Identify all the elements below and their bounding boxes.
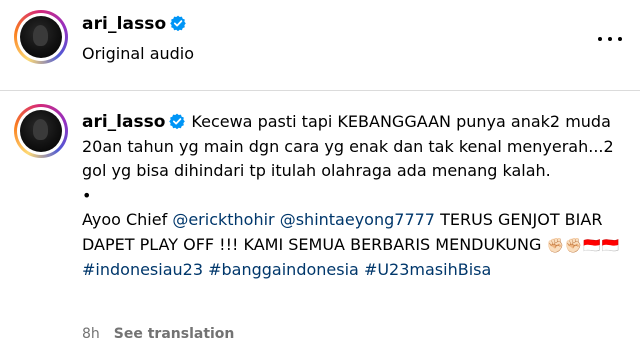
verified-badge-icon (170, 15, 187, 31)
more-options-icon[interactable] (598, 34, 624, 44)
avatar-photo (20, 16, 62, 58)
verified-badge-icon (169, 113, 186, 129)
timestamp: 8h (82, 326, 100, 342)
see-translation-button[interactable]: See translation (114, 326, 235, 342)
header-username-row: ari_lasso (82, 14, 187, 34)
header-username[interactable]: ari_lasso (82, 14, 166, 34)
comment-text: Ayoo Chief (82, 210, 168, 229)
hashtag-link[interactable]: #banggaindonesia (208, 260, 359, 279)
emoji-sequence: ✊🏻✊🏻🇮🇩🇮🇩 (546, 237, 621, 254)
divider (0, 90, 640, 91)
post-header: ari_lasso Original audio (0, 0, 640, 90)
hashtag-link[interactable]: #indonesiau23 (82, 260, 203, 279)
comment-avatar[interactable] (14, 104, 68, 158)
comment-username[interactable]: ari_lasso (82, 112, 165, 132)
mention-link[interactable]: @erickthohir (172, 210, 274, 229)
comment-footer: 8h See translation (82, 326, 234, 342)
bullet: • (82, 185, 92, 205)
original-audio-link[interactable]: Original audio (82, 44, 194, 63)
avatar[interactable] (14, 10, 68, 64)
hashtag-link[interactable]: #U23masihBisa (364, 260, 491, 279)
comment-username-row: ari_lasso (82, 112, 191, 132)
avatar-photo (20, 110, 62, 152)
comment-body: ari_lasso Kecewa pasti tapi KEBANGGAAN pu… (82, 110, 627, 283)
mention-link[interactable]: @shintaeyong7777 (280, 210, 435, 229)
